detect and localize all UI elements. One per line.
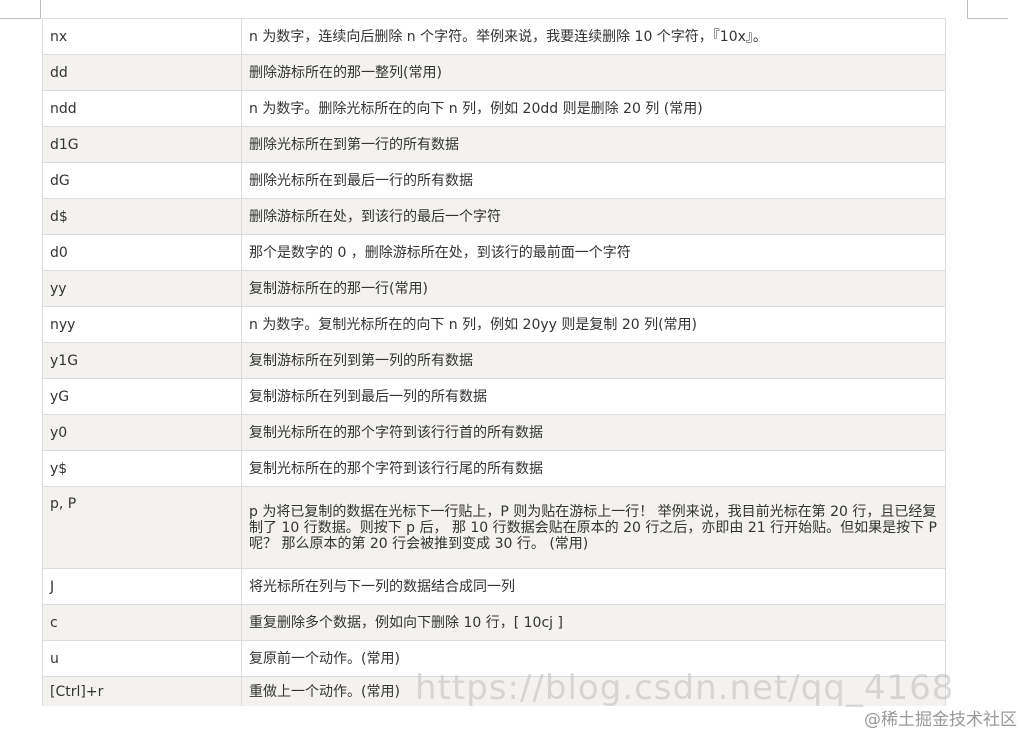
- table-row: p, P p 为将已复制的数据在光标下一行贴上，P 则为贴在游标上一行！ 举例来…: [42, 486, 946, 569]
- table-row: nyy n 为数字。复制光标所在的向下 n 列，例如 20yy 则是复制 20 …: [42, 306, 946, 343]
- description-cell: 删除光标所在到最后一行的所有数据: [241, 162, 946, 199]
- page-corner-mark-left: [0, 0, 41, 19]
- command-cell: [Ctrl]+r: [42, 676, 242, 708]
- command-cell: d1G: [42, 126, 242, 163]
- description-cell: 删除游标所在的那一整列(常用): [241, 54, 946, 91]
- description-cell: n 为数字，连续向后删除 n 个字符。举例来说，我要连续删除 10 个字符，『1…: [241, 18, 946, 55]
- description-cell: 复制光标所在的那个字符到该行行首的所有数据: [241, 414, 946, 451]
- description-cell: 删除游标所在处，到该行的最后一个字符: [241, 198, 946, 235]
- command-cell: u: [42, 640, 242, 677]
- table-row: nx n 为数字，连续向后删除 n 个字符。举例来说，我要连续删除 10 个字符…: [42, 18, 946, 55]
- description-cell: n 为数字。删除光标所在的向下 n 列，例如 20dd 则是删除 20 列 (常…: [241, 90, 946, 127]
- description-cell: 将光标所在列与下一列的数据结合成同一列: [241, 568, 946, 605]
- command-cell: y$: [42, 450, 242, 487]
- table-row: dG 删除光标所在到最后一行的所有数据: [42, 162, 946, 199]
- table-row: ndd n 为数字。删除光标所在的向下 n 列，例如 20dd 则是删除 20 …: [42, 90, 946, 127]
- table-row: d1G 删除光标所在到第一行的所有数据: [42, 126, 946, 163]
- table-row: J 将光标所在列与下一列的数据结合成同一列: [42, 568, 946, 605]
- page-corner-mark-right: [967, 0, 1008, 19]
- description-cell: n 为数字。复制光标所在的向下 n 列，例如 20yy 则是复制 20 列(常用…: [241, 306, 946, 343]
- command-cell: nyy: [42, 306, 242, 343]
- table-row: yy 复制游标所在的那一行(常用): [42, 270, 946, 307]
- command-cell: d$: [42, 198, 242, 235]
- table-row: y1G 复制游标所在列到第一列的所有数据: [42, 342, 946, 379]
- table-row: y0 复制光标所在的那个字符到该行行首的所有数据: [42, 414, 946, 451]
- description-cell: 那个是数字的 0 ，删除游标所在处，到该行的最前面一个字符: [241, 234, 946, 271]
- table-row: yG 复制游标所在列到最后一列的所有数据: [42, 378, 946, 415]
- description-cell: 复制游标所在列到最后一列的所有数据: [241, 378, 946, 415]
- table-row: dd 删除游标所在的那一整列(常用): [42, 54, 946, 91]
- table-row: d0 那个是数字的 0 ，删除游标所在处，到该行的最前面一个字符: [42, 234, 946, 271]
- description-cell: p 为将已复制的数据在光标下一行贴上，P 则为贴在游标上一行！ 举例来说，我目前…: [241, 486, 946, 569]
- description-cell: 复制游标所在列到第一列的所有数据: [241, 342, 946, 379]
- command-cell: c: [42, 604, 242, 641]
- table-row: d$ 删除游标所在处，到该行的最后一个字符: [42, 198, 946, 235]
- command-cell: yG: [42, 378, 242, 415]
- command-cell: dd: [42, 54, 242, 91]
- description-cell: 复制游标所在的那一行(常用): [241, 270, 946, 307]
- table-row: c 重复删除多个数据，例如向下删除 10 行，[ 10cj ]: [42, 604, 946, 641]
- description-cell: 复制光标所在的那个字符到该行行尾的所有数据: [241, 450, 946, 487]
- command-cell: y1G: [42, 342, 242, 379]
- vim-command-table: nx n 为数字，连续向后删除 n 个字符。举例来说，我要连续删除 10 个字符…: [42, 18, 946, 708]
- command-cell: p, P: [42, 486, 242, 569]
- command-cell: dG: [42, 162, 242, 199]
- description-cell: 重复删除多个数据，例如向下删除 10 行，[ 10cj ]: [241, 604, 946, 641]
- description-cell: 删除光标所在到第一行的所有数据: [241, 126, 946, 163]
- command-cell: nx: [42, 18, 242, 55]
- command-cell: yy: [42, 270, 242, 307]
- command-cell: J: [42, 568, 242, 605]
- url-watermark: https://blog.csdn.net/qq_4168: [415, 668, 955, 708]
- command-cell: d0: [42, 234, 242, 271]
- site-watermark: @稀土掘金技术社区: [864, 710, 1017, 730]
- table-row: y$ 复制光标所在的那个字符到该行行尾的所有数据: [42, 450, 946, 487]
- command-cell: ndd: [42, 90, 242, 127]
- command-cell: y0: [42, 414, 242, 451]
